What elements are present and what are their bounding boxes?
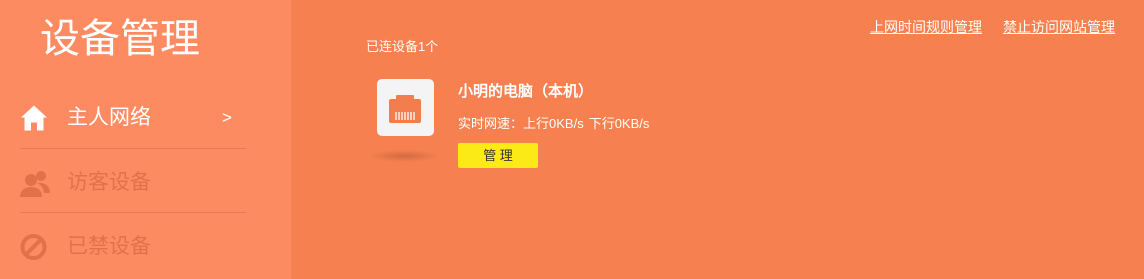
device-speed: 实时网速：上行0KB/s 下行0KB/s — [458, 115, 649, 133]
sidebar-item-label: 主人网络 — [67, 106, 151, 129]
manage-button[interactable]: 管 理 — [458, 143, 538, 168]
sidebar: 设备管理 主人网络 > 访客设备 已禁设备 — [0, 0, 291, 279]
sidebar-item-guest-devices[interactable]: 访客设备 — [20, 155, 246, 211]
users-icon — [20, 169, 50, 197]
page-title: 设备管理 — [40, 17, 200, 61]
speed-label: 实时网速： — [458, 116, 524, 131]
internet-time-rules-link[interactable]: 上网时间规则管理 — [870, 18, 982, 36]
divider — [20, 212, 246, 213]
upload-speed: 上行0KB/s — [523, 116, 584, 131]
sidebar-item-label: 已禁设备 — [67, 235, 151, 258]
home-icon — [20, 105, 48, 132]
device-name: 小明的电脑（本机） — [458, 83, 594, 100]
sidebar-item-blocked-devices[interactable]: 已禁设备 — [20, 219, 246, 275]
connected-device-count: 已连设备1个 — [366, 39, 439, 54]
chevron-right-icon: > — [222, 108, 232, 127]
blocked-websites-link[interactable]: 禁止访问网站管理 — [1003, 18, 1115, 36]
download-speed: 下行0KB/s — [588, 116, 650, 131]
ban-icon — [20, 234, 47, 261]
device-icon — [377, 79, 434, 136]
divider — [20, 148, 246, 149]
sidebar-item-owner-network[interactable]: 主人网络 > — [20, 90, 246, 146]
sidebar-item-label: 访客设备 — [67, 171, 151, 194]
device-icon-shadow — [368, 150, 440, 162]
ethernet-port-icon — [389, 95, 421, 123]
